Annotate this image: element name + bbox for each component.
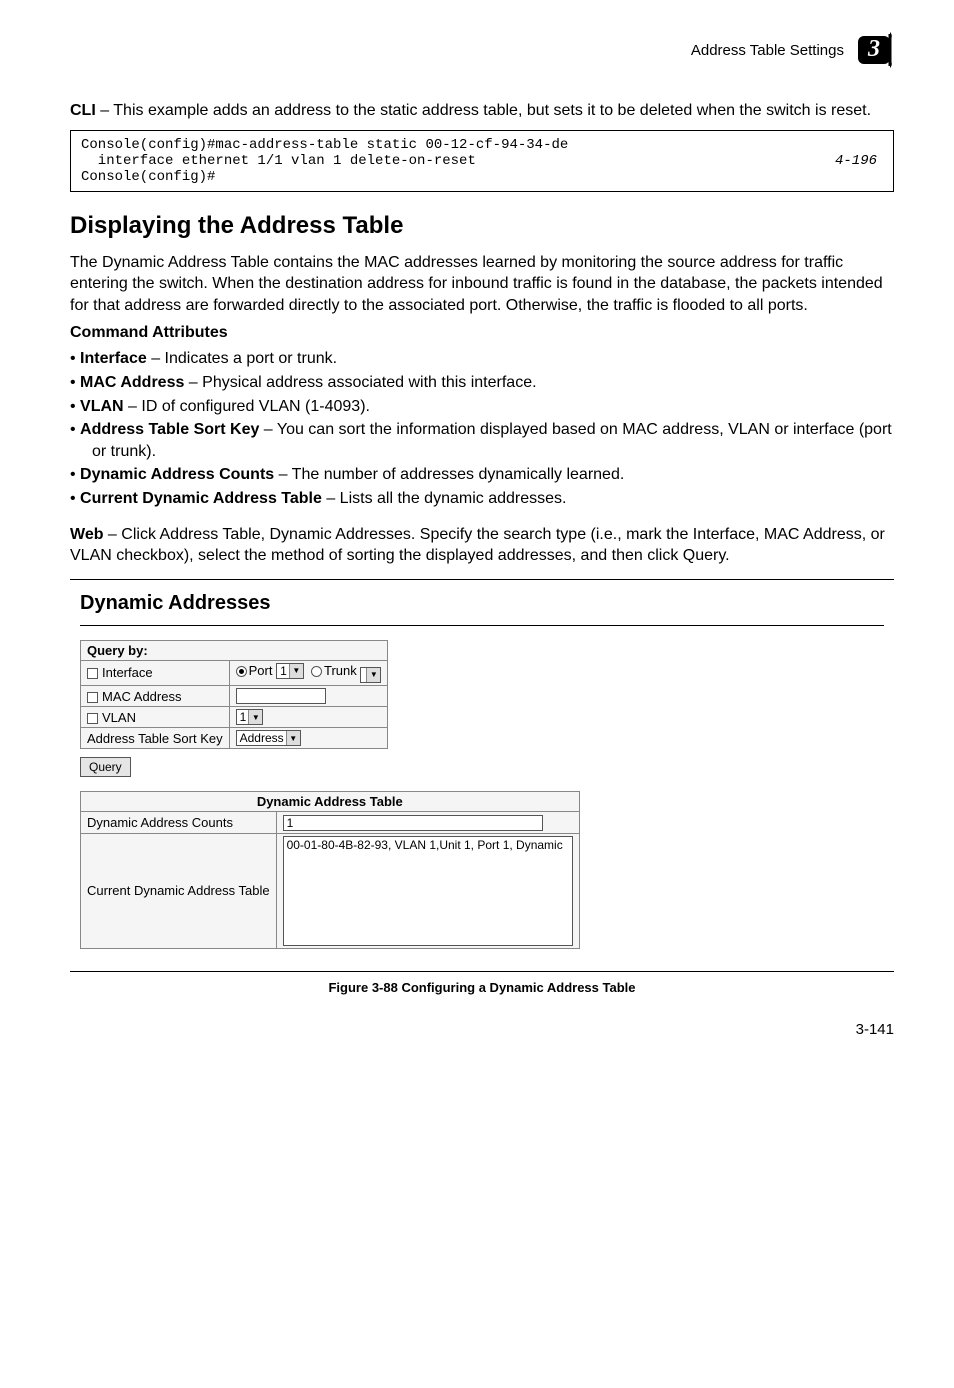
current-table-listbox[interactable]: 00-01-80-4B-82-93, VLAN 1,Unit 1, Port 1… xyxy=(283,836,573,946)
chevron-down-icon: ▼ xyxy=(286,731,300,745)
mac-input[interactable] xyxy=(236,688,326,704)
attr-sort-key: Address Table Sort Key – You can sort th… xyxy=(70,419,894,462)
command-attributes-heading: Command Attributes xyxy=(70,324,894,342)
chapter-badge: 3 xyxy=(854,30,894,70)
attr-dynamic-counts: Dynamic Address Counts – The number of a… xyxy=(70,464,894,486)
dat-header: Dynamic Address Table xyxy=(81,792,580,812)
chapter-number: 3 xyxy=(868,36,880,63)
figure-dynamic-addresses: Dynamic Addresses Query by: Interface Po… xyxy=(70,579,894,972)
counts-label: Dynamic Address Counts xyxy=(81,812,277,834)
cli-label: CLI xyxy=(70,102,96,119)
figure-divider xyxy=(80,625,884,626)
query-row-mac: MAC Address xyxy=(81,685,388,707)
mac-checkbox[interactable] xyxy=(87,692,98,703)
chevron-down-icon: ▼ xyxy=(289,664,303,678)
header-section-title: Address Table Settings xyxy=(691,42,844,59)
cli-line2: interface ethernet 1/1 vlan 1 delete-on-… xyxy=(81,153,476,169)
page-header: Address Table Settings 3 xyxy=(70,30,894,70)
sortkey-select[interactable]: Address▼ xyxy=(236,730,301,746)
interface-checkbox[interactable] xyxy=(87,668,98,679)
vlan-select[interactable]: 1▼ xyxy=(236,709,264,725)
query-row-interface: Interface Port 1▼ Trunk ▼ xyxy=(81,660,388,685)
attr-current-table: Current Dynamic Address Table – Lists al… xyxy=(70,488,894,510)
command-attributes-list: Interface – Indicates a port or trunk. M… xyxy=(70,348,894,509)
port-select[interactable]: 1▼ xyxy=(276,663,304,679)
port-label: Port xyxy=(249,663,273,678)
figure-title: Dynamic Addresses xyxy=(80,592,884,615)
attr-mac-address: MAC Address – Physical address associate… xyxy=(70,372,894,394)
web-instructions: Web – Click Address Table, Dynamic Addre… xyxy=(70,524,894,567)
mac-label: MAC Address xyxy=(102,689,181,704)
cli-code-block: Console(config)#mac-address-table static… xyxy=(70,130,894,192)
cli-intro-text: – This example adds an address to the st… xyxy=(96,102,871,119)
query-by-table: Query by: Interface Port 1▼ Trunk ▼ MAC … xyxy=(80,640,388,750)
section-description: The Dynamic Address Table contains the M… xyxy=(70,252,894,317)
attr-vlan: VLAN – ID of configured VLAN (1-4093). xyxy=(70,396,894,418)
cli-page-ref: 4-196 xyxy=(835,153,877,169)
chevron-down-icon: ▼ xyxy=(248,710,262,724)
dynamic-address-table: Dynamic Address Table Dynamic Address Co… xyxy=(80,791,580,949)
interface-label: Interface xyxy=(102,665,153,680)
query-by-header: Query by: xyxy=(81,640,388,660)
trunk-radio[interactable] xyxy=(311,666,322,677)
cli-line1: Console(config)#mac-address-table static… xyxy=(81,137,568,153)
cli-line3: Console(config)# xyxy=(81,169,215,185)
sortkey-label: Address Table Sort Key xyxy=(81,728,230,749)
port-radio[interactable] xyxy=(236,666,247,677)
dat-row-counts: Dynamic Address Counts 1 xyxy=(81,812,580,834)
web-text: – Click Address Table, Dynamic Addresses… xyxy=(70,526,885,565)
chevron-down-icon: ▼ xyxy=(366,668,380,682)
trunk-select[interactable]: ▼ xyxy=(360,667,381,683)
section-heading: Displaying the Address Table xyxy=(70,212,894,240)
trunk-label: Trunk xyxy=(324,663,357,678)
web-label: Web xyxy=(70,526,103,543)
query-button[interactable]: Query xyxy=(80,757,131,777)
dat-row-current: Current Dynamic Address Table 00-01-80-4… xyxy=(81,833,580,948)
figure-caption: Figure 3-88 Configuring a Dynamic Addres… xyxy=(70,980,894,995)
counts-value[interactable]: 1 xyxy=(283,815,543,831)
query-row-sortkey: Address Table Sort Key Address▼ xyxy=(81,728,388,749)
query-row-vlan: VLAN 1▼ xyxy=(81,707,388,728)
list-item[interactable]: 00-01-80-4B-82-93, VLAN 1,Unit 1, Port 1… xyxy=(287,838,569,852)
attr-interface: Interface – Indicates a port or trunk. xyxy=(70,348,894,370)
cli-intro-paragraph: CLI – This example adds an address to th… xyxy=(70,100,894,122)
vlan-label: VLAN xyxy=(102,710,136,725)
page-number: 3-141 xyxy=(70,1021,894,1038)
vlan-checkbox[interactable] xyxy=(87,713,98,724)
current-table-label: Current Dynamic Address Table xyxy=(81,833,277,948)
